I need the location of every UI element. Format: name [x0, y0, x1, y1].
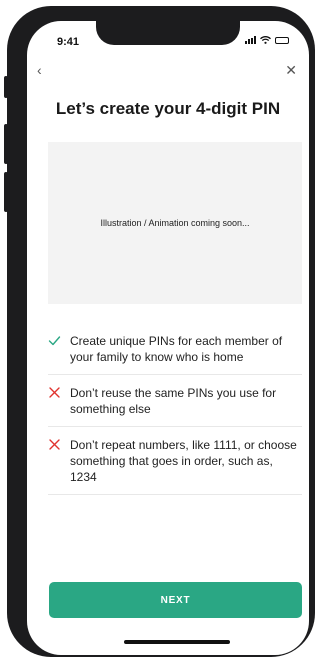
signal-icon	[245, 36, 256, 44]
tip-item: Create unique PINs for each member of yo…	[48, 327, 302, 375]
status-time: 9:41	[57, 36, 80, 48]
cross-icon	[48, 385, 62, 404]
illustration-placeholder: Illustration / Animation coming soon...	[48, 142, 302, 304]
phone-mute-switch	[4, 76, 8, 98]
phone-screen: 9:41 ‹ ✕ Let’s create your 4-digit PIN I…	[27, 21, 309, 655]
tip-item: Don’t reuse the same PINs you use for so…	[48, 379, 302, 427]
wifi-icon	[260, 36, 271, 44]
back-button[interactable]: ‹	[37, 63, 42, 77]
tip-text: Create unique PINs for each member of yo…	[70, 334, 283, 364]
status-icons	[245, 36, 289, 44]
home-indicator[interactable]	[124, 640, 230, 644]
tip-text: Don’t repeat numbers, like 1111, or choo…	[70, 438, 297, 484]
close-button[interactable]: ✕	[285, 63, 297, 77]
phone-volume-up	[4, 124, 8, 164]
check-icon	[48, 333, 62, 352]
notch	[96, 21, 240, 45]
battery-icon	[275, 36, 289, 44]
next-button[interactable]: NEXT	[49, 582, 302, 618]
tip-text: Don’t reuse the same PINs you use for so…	[70, 386, 277, 416]
pin-tips-list: Create unique PINs for each member of yo…	[48, 327, 302, 495]
illustration-placeholder-text: Illustration / Animation coming soon...	[100, 218, 250, 228]
page-title: Let’s create your 4-digit PIN	[55, 99, 281, 118]
cross-icon	[48, 437, 62, 456]
phone-volume-down	[4, 172, 8, 212]
tip-item: Don’t repeat numbers, like 1111, or choo…	[48, 431, 302, 495]
